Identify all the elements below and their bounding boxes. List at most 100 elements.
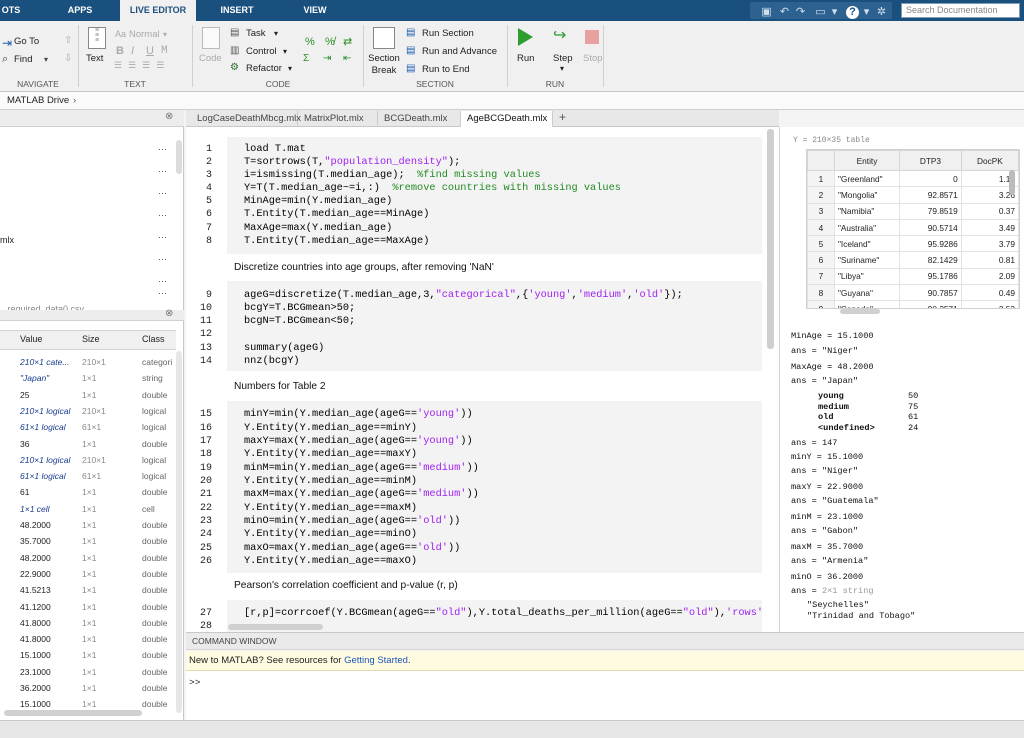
down-arrow-icon[interactable]: ⇩ [64,54,72,64]
control-chevron-icon[interactable]: ▾ [283,48,287,56]
help-dropdown-icon[interactable]: ▾ [860,6,873,19]
table-row[interactable]: 9"Canada"90.35712.53 [807,300,1019,308]
scrollbar[interactable] [1009,170,1015,195]
step-chevron-icon[interactable]: ▾ [560,65,564,73]
refactor-button[interactable]: Refactor [246,63,282,74]
item-actions-icon[interactable]: ··· [158,254,167,264]
table-row[interactable]: 1 "Greenland" 0 1.16 [807,169,1019,188]
monospace-button[interactable]: M [161,45,168,57]
section-break-button[interactable]: Section Break [366,53,402,77]
undo-icon[interactable]: ↶ [778,6,791,19]
italic-button[interactable]: I [131,45,134,57]
size-column-header[interactable]: Size [82,331,100,348]
workspace-row[interactable]: 1×1 cell 1×1 cell [0,501,172,517]
tab-agebcgdeath[interactable]: AgeBCGDeath.mlx [461,111,553,127]
workspace-row[interactable]: 22.9000 1×1 double [0,566,172,582]
code-line-13[interactable]: summary(ageG) [244,342,324,354]
smart-indent-icon[interactable]: Σ [303,54,309,64]
tab-bcgdeath[interactable]: BCGDeath.mlx [378,111,461,127]
code-line-7[interactable]: MaxAge=max(Y.median_age) [244,222,392,234]
live-editor[interactable]: 1 2 3 4 5 6 7 8 9 10 11 12 13 14 15 16 1… [186,127,779,632]
bold-button[interactable]: B [116,45,124,57]
comment-icon[interactable]: % [305,37,315,48]
stop-button[interactable]: Stop [583,53,603,64]
code-line-6[interactable]: T.Entity(T.median_age==MinAge) [244,208,429,220]
code-line-25[interactable]: maxO=max(Y.median_age(ageG=='old')) [244,542,460,554]
code-line-4[interactable]: Y=T(T.median_age~=i,:) %remove countries… [244,182,621,194]
run-section-button[interactable]: Run Section [422,28,474,39]
tab-insert[interactable]: INSERT [210,0,264,21]
uncomment-icon[interactable]: %̸ [325,37,335,48]
horizontal-scrollbar[interactable] [228,624,323,630]
code-line-19[interactable]: minM=min(Y.median_age(ageG=='medium')) [244,462,479,474]
save-icon[interactable]: ▣ [760,6,773,19]
code-line-5[interactable]: MinAge=min(Y.median_age) [244,195,392,207]
item-actions-icon[interactable]: ··· [158,276,167,286]
class-column-header[interactable]: Class [142,331,165,348]
code-line-22[interactable]: Y.Entity(Y.median_age==maxM) [244,502,417,514]
goto-button[interactable]: Go To [14,36,39,47]
file-item[interactable]: mlx [0,235,14,245]
run-to-end-button[interactable]: Run to End [422,64,470,75]
scrollbar[interactable] [176,351,182,713]
find-button[interactable]: Find [14,54,32,65]
switch-windows-icon[interactable]: ▭ [814,6,827,19]
workspace-row[interactable]: 210×1 logical 210×1 logical [0,452,172,468]
code-line-3[interactable]: i=ismissing(T.median_age); %find missing… [244,169,541,181]
code-button[interactable]: Code [199,53,222,64]
task-button[interactable]: Task [246,28,266,39]
code-line-23[interactable]: minO=min(Y.median_age(ageG=='old')) [244,515,460,527]
tab-matrixplot[interactable]: MatrixPlot.mlx [298,111,378,127]
text-table2[interactable]: Numbers for Table 2 [234,381,326,392]
search-documentation-input[interactable]: Search Documentation [901,3,1020,18]
code-line-26[interactable]: Y.Entity(Y.median_age==maxO) [244,555,417,567]
current-folder-path[interactable]: MATLAB Drive [7,92,69,109]
close-icon[interactable]: ⊗ [165,111,173,122]
code-line-27[interactable]: [r,p]=corrcoef(Y.BCGmean(ageG=="old"),Y.… [244,607,763,619]
code-line-20[interactable]: Y.Entity(Y.median_age==minM) [244,475,417,487]
tab-live-editor[interactable]: LIVE EDITOR [120,0,196,21]
table-row[interactable]: 5 "Iceland" 95.9286 3.79 [807,235,1019,253]
run-button[interactable]: Run [517,53,534,64]
add-tab-icon[interactable]: + [559,110,566,124]
workspace-row[interactable]: 61 1×1 double [0,484,172,500]
item-actions-icon[interactable]: ··· [158,188,167,198]
task-chevron-icon[interactable]: ▾ [274,30,278,38]
workspace-row[interactable]: 210×1 cate... 210×1 categori [0,354,172,370]
docpk-column-header[interactable]: DocPK [960,150,1019,171]
workspace-row[interactable]: 41.8000 1×1 double [0,615,172,631]
control-button[interactable]: Control [246,46,277,57]
workspace-row[interactable]: 48.2000 1×1 double [0,517,172,533]
dropdown-icon[interactable]: ▾ [828,6,841,19]
close-icon[interactable]: ⊗ [165,308,173,319]
entity-column-header[interactable]: Entity [833,150,901,171]
workspace-row[interactable]: 15.1000 1×1 double [0,647,172,663]
up-arrow-icon[interactable]: ⇧ [64,36,72,46]
command-prompt[interactable]: >> [189,677,200,688]
code-line-9[interactable]: ageG=discretize(T.median_age,3,"categori… [244,289,683,301]
style-dropdown[interactable]: Normal [129,29,160,40]
step-button[interactable]: Step [553,53,573,64]
list-format-icons[interactable]: ☰☰☰☰ [114,61,170,70]
workspace-row[interactable]: 23.1000 1×1 double [0,664,172,680]
code-line-24[interactable]: Y.Entity(Y.median_age==minO) [244,528,417,540]
tab-plots[interactable]: OTS [0,0,22,21]
refactor-chevron-icon[interactable]: ▾ [288,65,292,73]
item-actions-icon[interactable]: ··· [158,144,167,154]
workspace-row[interactable]: 36.2000 1×1 double [0,680,172,696]
workspace-row[interactable]: 41.5213 1×1 double [0,582,172,598]
run-and-advance-button[interactable]: Run and Advance [422,46,497,57]
item-actions-icon[interactable]: ··· [158,210,167,220]
command-window[interactable]: >> [186,671,1024,720]
workspace-row[interactable]: 210×1 logical 210×1 logical [0,403,172,419]
code-line-8[interactable]: T.Entity(T.median_age==MaxAge) [244,235,429,247]
table-row[interactable]: 6 "Suriname" 82.1429 0.81 [807,251,1019,269]
value-column-header[interactable]: Value [20,331,42,348]
help-icon[interactable]: ? [846,6,859,19]
code-line-21[interactable]: maxM=max(Y.median_age(ageG=='medium')) [244,488,479,500]
workspace-row[interactable]: 35.7000 1×1 double [0,533,172,549]
getting-started-link[interactable]: Getting Started [344,655,408,666]
item-actions-icon[interactable]: ··· [158,166,167,176]
table-row[interactable]: 4 "Australia" 90.5714 3.49 [807,218,1019,237]
workspace-row[interactable]: 61×1 logical 61×1 logical [0,419,172,435]
